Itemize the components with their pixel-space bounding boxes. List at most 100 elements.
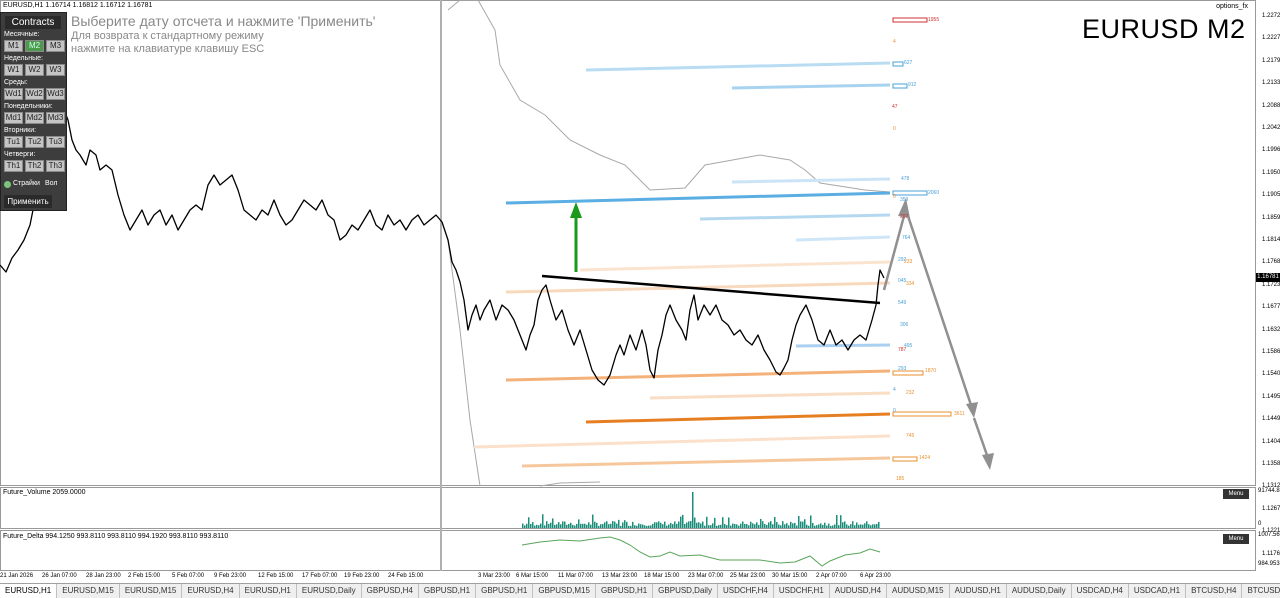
volume-bar — [776, 522, 778, 528]
volume-bar — [634, 525, 636, 528]
chart-tab[interactable]: USDCHF,H4 — [718, 584, 774, 598]
volume-bar — [782, 521, 784, 528]
contract-button[interactable]: M2 — [25, 40, 44, 52]
volume-bar — [864, 523, 866, 528]
volume-bar — [760, 518, 762, 528]
contract-button[interactable]: W2 — [25, 64, 44, 76]
volume-bar — [838, 525, 840, 528]
strike-level — [795, 235, 891, 242]
chart-tab[interactable]: AUDUSD,H1 — [950, 584, 1007, 598]
contract-button[interactable]: Wd1 — [4, 88, 23, 100]
volume-bar — [834, 524, 836, 528]
chart-tab[interactable]: EURUSD,M15 — [57, 584, 120, 598]
volume-bar — [666, 525, 668, 528]
chart-tab[interactable]: GBPUSD,H1 — [419, 584, 477, 598]
strike-box — [892, 61, 904, 67]
volume-bar — [794, 522, 796, 528]
contract-button[interactable]: Tu2 — [25, 136, 44, 148]
price-label: 1.14495 — [1262, 416, 1280, 423]
chart-canvas[interactable] — [0, 0, 1280, 597]
contract-button[interactable]: M3 — [46, 40, 65, 52]
chart-tab[interactable]: GBPUSD,H4 — [362, 584, 419, 598]
contract-button[interactable]: Th1 — [4, 160, 23, 172]
chart-tab[interactable]: EURUSD,H1 — [0, 584, 58, 598]
volume-bar — [586, 524, 588, 528]
volume-bar — [570, 522, 572, 528]
volume-bar — [540, 523, 542, 528]
contract-button[interactable]: Wd3 — [46, 88, 65, 100]
volume-bar — [750, 521, 752, 528]
strike-label: 627 — [904, 60, 913, 66]
volume-bar — [656, 522, 658, 528]
delta-line — [521, 536, 881, 567]
chart-tab[interactable]: EURUSD,H4 — [182, 584, 240, 598]
price-label: 1.19050 — [1262, 192, 1280, 199]
contract-button[interactable]: W1 — [4, 64, 23, 76]
price-label: 1.14040 — [1262, 438, 1280, 445]
strike-level — [585, 412, 891, 424]
chart-tab[interactable]: GBPUSD,H1 — [596, 584, 654, 598]
time-label: 2 Feb 15:00 — [128, 573, 161, 579]
volume-bar — [652, 523, 654, 528]
apply-button[interactable]: Применить — [4, 195, 52, 208]
strikes-checkbox[interactable] — [4, 181, 11, 188]
volume-bar — [752, 523, 754, 528]
chart-tab[interactable]: AUDUSD,M15 — [887, 584, 950, 598]
contract-button[interactable]: Md3 — [46, 112, 65, 124]
chart-tab[interactable]: BTCUSD,H4 — [1186, 584, 1243, 598]
volume-bar — [804, 519, 806, 528]
chart-tab[interactable]: EURUSD,H1 — [240, 584, 297, 598]
chart-tab[interactable]: USDCHF,H1 — [774, 584, 830, 598]
volume-bar — [868, 524, 870, 528]
strike-label: 185 — [896, 476, 905, 482]
volume-bar — [694, 517, 696, 528]
chart-tab[interactable]: BTCUSD,Daily — [1242, 584, 1280, 598]
volume-bar — [822, 524, 824, 528]
volume-menu-button[interactable]: Menu — [1223, 489, 1249, 499]
delta-menu-button[interactable]: Menu — [1223, 534, 1249, 544]
volume-bar — [650, 525, 652, 528]
volume-bar — [698, 522, 700, 528]
contract-button[interactable]: Th2 — [25, 160, 44, 172]
chart-tab[interactable]: EURUSD,Daily — [297, 584, 362, 598]
volume-bar — [740, 523, 742, 528]
chart-tab[interactable]: USDCAD,H4 — [1072, 584, 1129, 598]
volume-bar — [628, 525, 630, 528]
volume-bar — [826, 525, 828, 528]
chart-tab[interactable]: AUDUSD,Daily — [1007, 584, 1072, 598]
volume-bar — [716, 525, 718, 528]
contract-button[interactable]: Wd2 — [25, 88, 44, 100]
contract-button[interactable]: Md2 — [25, 112, 44, 124]
chart-tab[interactable]: GBPUSD,Daily — [653, 584, 718, 598]
contract-button[interactable]: Tu1 — [4, 136, 23, 148]
chart-tab[interactable]: EURUSD,M15 — [120, 584, 183, 598]
price-label: 1.17230 — [1262, 281, 1280, 288]
chart-tab[interactable]: AUDUSD,H4 — [830, 584, 888, 598]
volume-bar — [606, 521, 608, 528]
strike-box — [892, 456, 918, 462]
volume-bar — [654, 522, 656, 528]
contract-button[interactable]: Tu3 — [46, 136, 65, 148]
price-label: 1.20880 — [1262, 102, 1280, 109]
contract-button[interactable]: Th3 — [46, 160, 65, 172]
chart-tab[interactable]: USDCAD,H1 — [1129, 584, 1187, 598]
strike-box — [892, 411, 952, 417]
volume-bar — [702, 521, 704, 528]
volume-bar — [832, 525, 834, 528]
price-label: 1.15405 — [1262, 371, 1280, 378]
strike-box — [892, 83, 908, 89]
main-chart-frame — [0, 0, 1256, 486]
section-label: Среды: — [4, 79, 28, 86]
contract-button[interactable]: Md1 — [4, 112, 23, 124]
delta-scale-bottom: 984.953 — [1258, 561, 1280, 567]
volume-bar — [844, 521, 846, 528]
chart-tab[interactable]: GBPUSD,H1 — [476, 584, 534, 598]
contract-button[interactable]: M1 — [4, 40, 23, 52]
volume-bar — [658, 521, 660, 528]
strike-level — [795, 343, 891, 348]
chart-tab[interactable]: GBPUSD,M15 — [533, 584, 596, 598]
volume-bar — [548, 523, 550, 528]
volume-bar — [556, 524, 558, 528]
contract-button[interactable]: W3 — [46, 64, 65, 76]
price-label: 1.19960 — [1262, 147, 1280, 154]
